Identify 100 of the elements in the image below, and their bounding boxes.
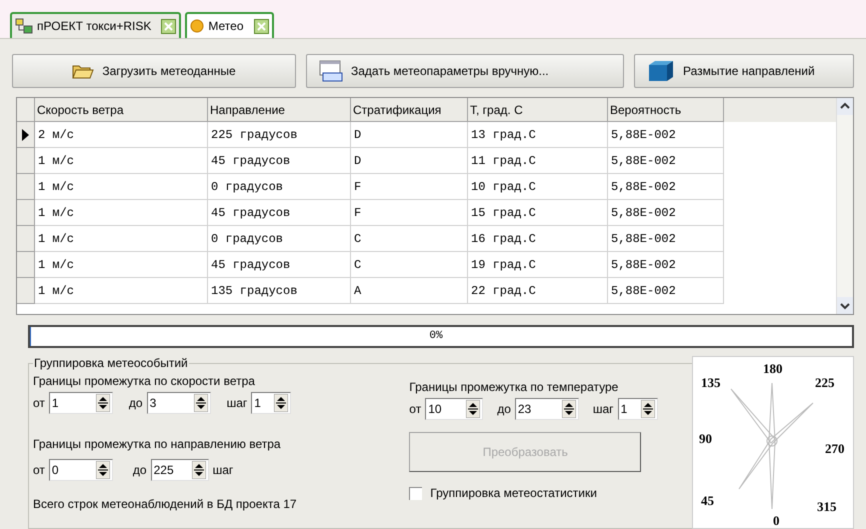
to-label: до [128,395,143,412]
table-cell: 1 м/с [35,278,208,304]
step-label: шаг [212,463,234,477]
table-cell: 1 м/с [35,226,208,252]
number-field[interactable]: 23 [514,398,579,420]
table-cell: 2 м/с [35,122,208,148]
table-cell: 15 град.С [468,200,608,226]
table-cell: 16 град.С [468,226,608,252]
column-header[interactable]: Стратификация [351,98,468,122]
toolbar-button[interactable]: Задать метеопараметры вручную... [306,54,624,88]
direction-label: 225 [815,374,834,392]
table-cell: 11 град.С [468,148,608,174]
table-cell: 1 м/с [35,174,208,200]
table-cell: 1 м/с [35,252,208,278]
tab-label: Метео [208,18,244,35]
toolbar-button[interactable]: Загрузить метеоданные [12,54,296,88]
to-label: до [497,401,511,418]
stat-checkbox[interactable]: Группировка метеостатистики [409,484,688,502]
speed-range-label: Границы промежутка по скорости ветра [33,373,256,390]
spin-arrows-icon[interactable] [466,400,480,418]
table-cell: 5,88E-002 [608,278,724,304]
number-field[interactable]: 0 [48,459,113,481]
table-cell: 225 градусов [208,122,351,148]
vertical-scrollbar[interactable] [836,98,853,314]
table-cell: 0 градусов [208,226,351,252]
direction-label: 45 [701,492,714,510]
cube-icon [647,60,675,82]
table-cell: D [351,148,468,174]
table-cell: 5,88E-002 [608,174,724,200]
table-cell: 1 м/с [35,200,208,226]
table-cell: 45 градусов [208,148,351,174]
table-cell: D [351,122,468,148]
table-cell: 19 град.С [468,252,608,278]
table-cell: C [351,252,468,278]
scroll-down-icon[interactable] [837,297,853,314]
from-label: от [409,401,422,418]
table-cell: 5,88E-002 [608,122,724,148]
number-field[interactable]: 10 [425,398,484,420]
total-rows-text: Всего строк метеонаблюдений в БД проекта 17 [33,497,297,511]
sun-icon [190,19,204,33]
spin-arrows-icon[interactable] [562,400,576,418]
table-cell: 13 град.С [468,122,608,148]
spin-arrows-icon[interactable] [96,461,110,479]
table-cell: 1 м/с [35,148,208,174]
row-header[interactable] [17,122,35,148]
table-cell: F [351,200,468,226]
tab[interactable]: пРОЕКТ токси+RISK [10,12,182,38]
progress-reading: 0% [429,329,443,344]
group-title: Группировка метеособытий [33,355,189,372]
direction-label: 180 [763,360,782,378]
table-cell: F [351,174,468,200]
direction-label: 0 [773,512,780,529]
network-icon [15,18,33,34]
column-header[interactable]: T, град. С [468,98,608,122]
checkbox[interactable] [409,486,422,500]
toolbar-button[interactable]: Размытие направлений [634,54,854,88]
table-cell: 45 градусов [208,200,351,226]
close-icon[interactable] [161,18,176,34]
column-header[interactable]: Направление [208,98,351,122]
table-cell: C [351,226,468,252]
direction-label: 135 [701,374,720,392]
scroll-up-icon[interactable] [837,98,853,115]
table-cell: 5,88E-002 [608,252,724,278]
tab[interactable]: Метео [185,12,274,38]
number-field[interactable]: 1 [251,392,292,414]
table-cell: 5,88E-002 [608,226,724,252]
direction-label: 90 [699,430,712,448]
spin-arrows-icon[interactable] [96,394,110,412]
number-field[interactable]: 1 [48,392,113,414]
direction-label: 270 [825,440,844,458]
spin-arrows-icon[interactable] [640,400,655,418]
close-icon[interactable] [254,18,268,34]
form-icon [319,60,343,82]
table-cell: A [351,278,468,304]
to-label: до [132,462,147,479]
number-field[interactable]: 225 [150,459,209,481]
from-label: от [33,462,45,479]
step-label: шаг [226,395,248,412]
table-cell: 45 градусов [208,252,351,278]
table-cell: 22 град.С [468,278,608,304]
row-pointer-icon [22,128,29,140]
table-cell: 5,88E-002 [608,148,724,174]
column-header[interactable]: Скорость ветра [35,98,208,122]
table-cell: 5,88E-002 [608,200,724,226]
spin-arrows-icon[interactable] [194,394,208,412]
step-label: шаг [592,401,614,418]
number-field[interactable]: 3 [146,392,211,414]
spin-arrows-icon[interactable] [192,461,206,479]
direction-range-label: Границы промежутка по направлению ветра [33,437,281,451]
spin-arrows-icon[interactable] [274,394,288,412]
temperature-range-label: Границы промежутка по температуре [409,379,620,396]
table-cell: 135 градусов [208,278,351,304]
tab-label: пРОЕКТ токси+RISK [37,18,152,35]
table-cell: 0 градусов [208,174,351,200]
number-field[interactable]: 1 [618,398,658,420]
from-label: от [33,395,45,412]
table-cell: 10 град.С [468,174,608,200]
folder-icon [72,63,94,79]
direction-label: 315 [817,498,836,516]
column-header[interactable]: Вероятность [608,98,724,122]
